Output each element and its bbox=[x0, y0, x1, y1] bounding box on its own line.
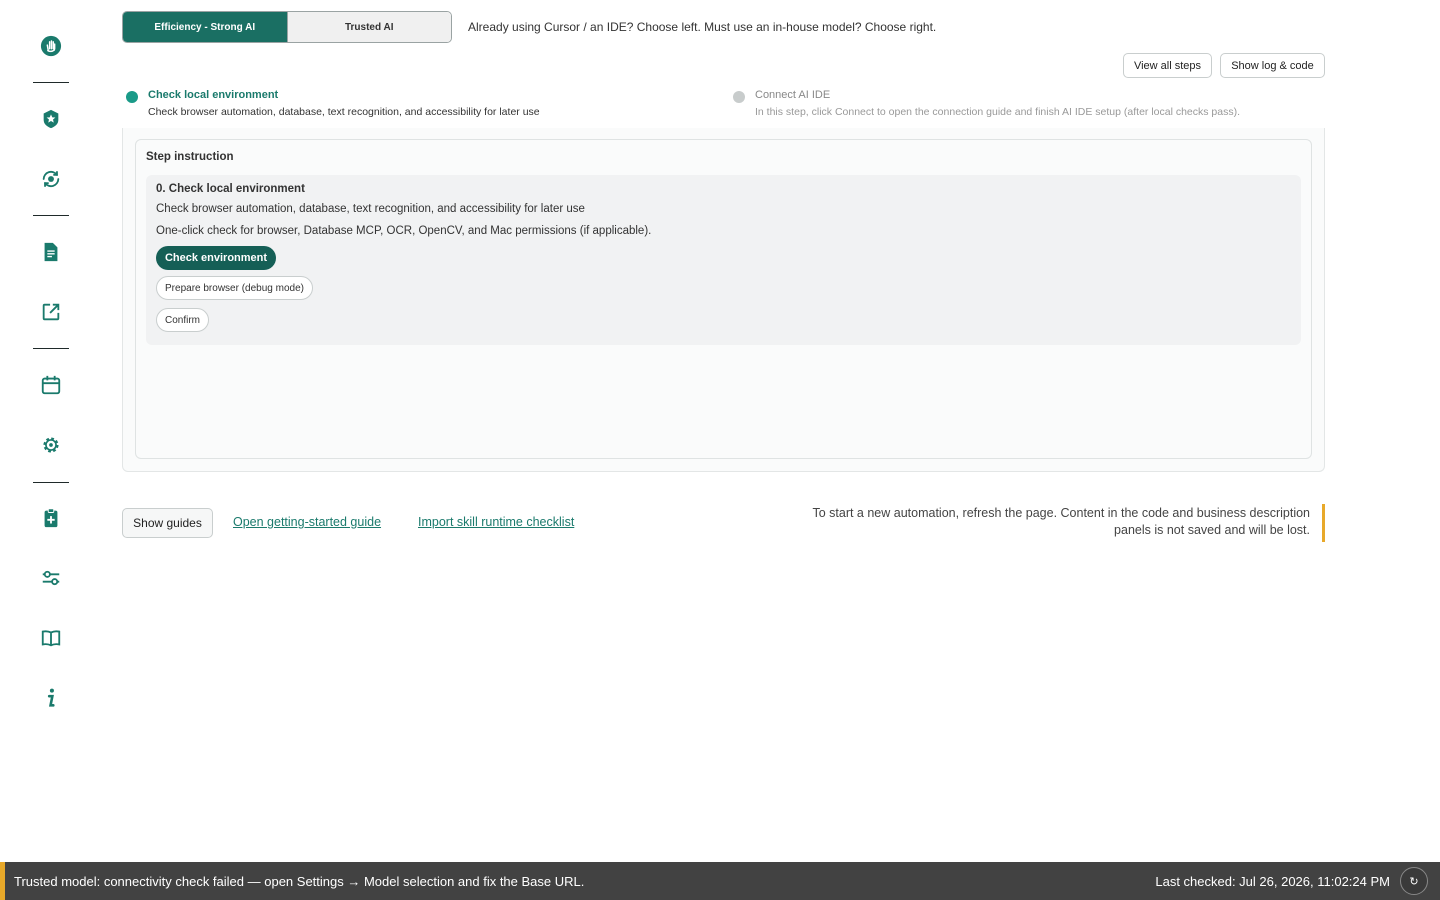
external-link-icon[interactable] bbox=[39, 300, 63, 324]
mode-option-strong-ai[interactable]: Efficiency - Strong AI bbox=[123, 12, 287, 42]
instruction-line-1: Check browser automation, database, text… bbox=[156, 203, 585, 215]
calendar-icon[interactable] bbox=[39, 373, 63, 397]
sidebar-divider bbox=[33, 215, 69, 216]
status-message: Trusted model: connectivity check failed… bbox=[14, 874, 585, 889]
confirm-button[interactable]: Confirm bbox=[156, 308, 209, 332]
book-icon[interactable] bbox=[39, 626, 63, 650]
sync-gear-icon[interactable] bbox=[39, 167, 63, 191]
clipboard-plus-icon[interactable] bbox=[39, 506, 63, 530]
instruction-title: 0. Check local environment bbox=[156, 183, 305, 195]
instruction-box bbox=[146, 175, 1301, 345]
star-badge-icon[interactable] bbox=[39, 107, 63, 131]
refresh-icon[interactable]: ↻ bbox=[1400, 867, 1428, 895]
hand-icon[interactable] bbox=[39, 34, 63, 58]
sidebar-divider bbox=[33, 82, 69, 83]
mode-toggle: Efficiency - Strong AI Trusted AI bbox=[122, 11, 452, 43]
last-checked-timestamp: Last checked: Jul 26, 2026, 11:02:24 PM bbox=[1155, 874, 1390, 889]
step-title: Check local environment bbox=[148, 89, 279, 101]
view-all-steps-button[interactable]: View all steps bbox=[1123, 53, 1212, 78]
step-description: In this step, click Connect to open the … bbox=[755, 106, 1241, 118]
status-bar: Trusted model: connectivity check failed… bbox=[0, 862, 1440, 900]
show-log-code-button[interactable]: Show log & code bbox=[1220, 53, 1325, 78]
info-icon[interactable] bbox=[39, 686, 63, 710]
step-instruction-heading: Step instruction bbox=[146, 151, 234, 163]
getting-started-guide-link[interactable]: Open getting-started guide bbox=[233, 515, 381, 529]
refresh-notice: To start a new automation, refresh the p… bbox=[790, 504, 1325, 542]
show-guides-button[interactable]: Show guides bbox=[122, 508, 213, 538]
step-inactive-indicator bbox=[733, 91, 745, 103]
check-environment-button[interactable]: Check environment bbox=[156, 246, 276, 270]
sidebar-divider bbox=[33, 482, 69, 483]
prepare-browser-button[interactable]: Prepare browser (debug mode) bbox=[156, 276, 313, 300]
step-title: Connect AI IDE bbox=[755, 89, 831, 101]
import-checklist-link[interactable]: Import skill runtime checklist bbox=[418, 515, 574, 529]
sidebar-divider bbox=[33, 348, 69, 349]
instruction-line-2: One-click check for browser, Database MC… bbox=[156, 225, 652, 237]
step-description: Check browser automation, database, text… bbox=[148, 106, 540, 118]
mode-option-trusted-ai[interactable]: Trusted AI bbox=[286, 12, 451, 42]
mode-hint: Already using Cursor / an IDE? Choose le… bbox=[468, 20, 937, 34]
document-icon[interactable] bbox=[39, 240, 63, 264]
step-active-indicator bbox=[126, 91, 138, 103]
sliders-icon[interactable] bbox=[39, 566, 63, 590]
sidebar bbox=[0, 0, 102, 862]
settings-gear-icon[interactable] bbox=[39, 433, 63, 457]
